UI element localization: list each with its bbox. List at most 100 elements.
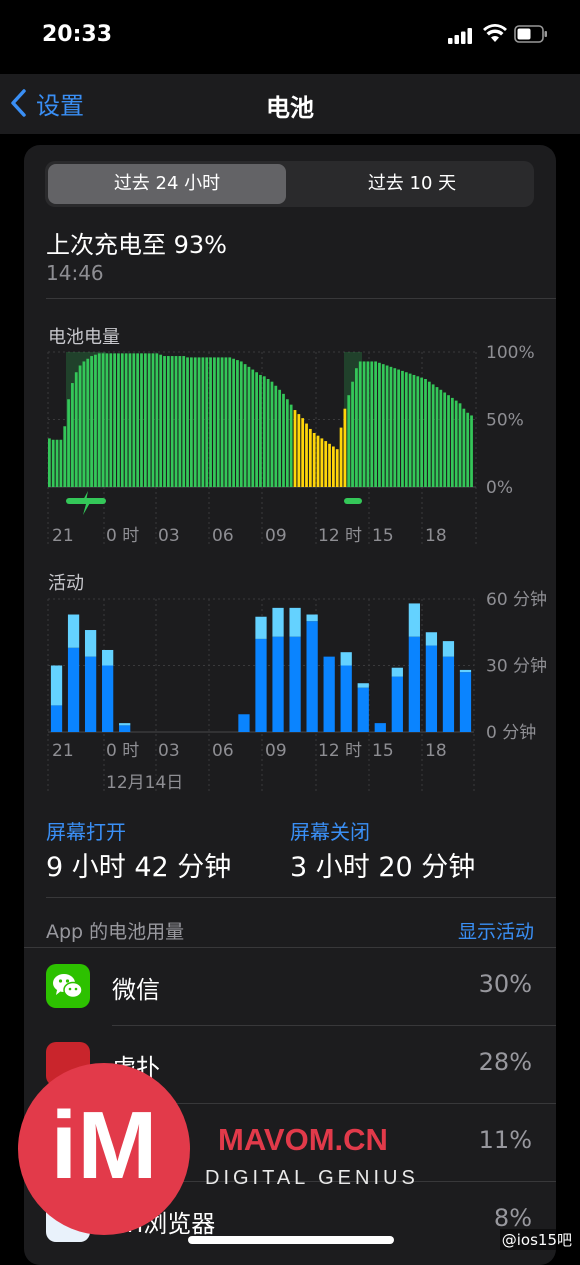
segment-last-24-hours[interactable]: 过去 24 小时 (48, 164, 286, 204)
app-name: 微信 (112, 976, 160, 1004)
wifi-icon (483, 24, 507, 42)
screen-off-bar (391, 667, 403, 677)
battery-bar (190, 357, 193, 487)
screen-on-bar (340, 665, 352, 732)
battery-bar (117, 353, 120, 487)
battery-bar (59, 439, 63, 487)
battery-bar (147, 353, 151, 487)
battery-bar (78, 365, 82, 487)
battery-bar (324, 441, 328, 487)
period-segmented-control: 过去 24 小时 过去 10 天 (45, 161, 534, 207)
home-indicator (188, 1236, 394, 1244)
y-tick-label: 0% (486, 478, 513, 498)
charging-bolt-icon (81, 491, 91, 515)
cellular-signal-icon (448, 28, 472, 44)
screen-on-bar (391, 676, 403, 732)
divider (46, 897, 556, 898)
battery-bar (109, 353, 113, 487)
screen-off-bar (425, 632, 438, 646)
screen-on-bar (119, 725, 131, 732)
battery-bar (170, 356, 174, 487)
battery-bar (381, 364, 385, 487)
battery-bar (166, 356, 170, 487)
navigation-bar: 设置 电池 (0, 74, 580, 134)
battery-bar (205, 357, 209, 487)
x-tick-label: 12 时 (318, 526, 362, 546)
screen-on-bar (50, 705, 63, 732)
date-label: 12月14日 (106, 773, 183, 793)
battery-bar (251, 369, 255, 487)
charging-indicator (344, 498, 362, 504)
battery-bar (447, 395, 450, 487)
screen-off-label: 屏幕关闭 (290, 820, 370, 844)
screen-off-bar (408, 603, 420, 637)
battery-bar (389, 366, 393, 487)
battery-bar (178, 356, 182, 487)
battery-bar (201, 357, 205, 487)
page-title: 电池 (266, 94, 314, 122)
battery-bar (216, 357, 220, 487)
battery-bar (228, 357, 232, 487)
app-row-wechat[interactable]: 微信 30% (24, 948, 556, 1026)
battery-bar (51, 439, 55, 487)
battery-bar (343, 408, 347, 487)
x-tick-label: 18 (425, 741, 447, 761)
battery-bar (470, 415, 473, 487)
status-time: 20:33 (42, 22, 113, 47)
x-tick-label: 03 (158, 741, 180, 761)
screen-on-value: 9 小时 42 分钟 (46, 852, 232, 883)
x-tick-label: 0 时 (106, 741, 139, 761)
screen-on-bar (67, 647, 80, 732)
screen-on-bar (459, 672, 472, 732)
battery-bar (86, 358, 90, 487)
battery-icon (514, 25, 547, 43)
battery-bar (293, 410, 297, 487)
y-tick-label: 100% (486, 343, 535, 363)
battery-bar (74, 372, 78, 487)
battery-bar (232, 358, 235, 487)
x-tick-label: 09 (265, 741, 287, 761)
x-tick-label: 06 (212, 526, 234, 546)
battery-bar (71, 383, 74, 487)
screen-on-bar (306, 621, 318, 732)
screen-on-bar (84, 656, 97, 732)
battery-bar (120, 353, 124, 487)
screen-on-bar (255, 638, 267, 732)
battery-bar (197, 357, 201, 487)
battery-bar (48, 438, 51, 487)
screen-off-bar (272, 607, 284, 637)
battery-bar (370, 361, 374, 487)
screen-on-bar (374, 723, 386, 732)
battery-bar (339, 427, 343, 487)
screen-off-bar (442, 641, 455, 657)
screen-off-bar (289, 607, 301, 637)
battery-bar (431, 384, 435, 487)
battery-bar (439, 389, 443, 487)
screen-on-bar (425, 645, 438, 732)
battery-bar (335, 449, 339, 487)
battery-bar (220, 357, 224, 487)
battery-bar (270, 381, 274, 487)
show-activity-button[interactable]: 显示活动 (458, 917, 534, 944)
segment-last-10-days[interactable]: 过去 10 天 (293, 164, 531, 204)
screen-off-bar (50, 665, 63, 706)
battery-bar (355, 368, 358, 487)
screen-off-bar (67, 614, 80, 648)
app-percent: 8% (493, 1204, 532, 1232)
battery-bar (378, 362, 381, 487)
battery-bar (332, 446, 335, 487)
x-tick-label: 15 (372, 526, 394, 546)
battery-bar (174, 356, 178, 487)
battery-bar (63, 426, 67, 487)
app-percent: 11% (478, 1126, 532, 1154)
battery-bar (274, 385, 278, 487)
screen-on-bar (408, 636, 420, 732)
screen-off-bar (306, 614, 318, 622)
battery-bar (259, 374, 262, 487)
battery-bar (151, 353, 155, 487)
app-percent: 30% (478, 970, 532, 998)
battery-bar (427, 381, 431, 487)
app-usage-title: App 的电池用量 (46, 921, 185, 943)
battery-bar (209, 357, 212, 487)
battery-bar (132, 353, 136, 487)
